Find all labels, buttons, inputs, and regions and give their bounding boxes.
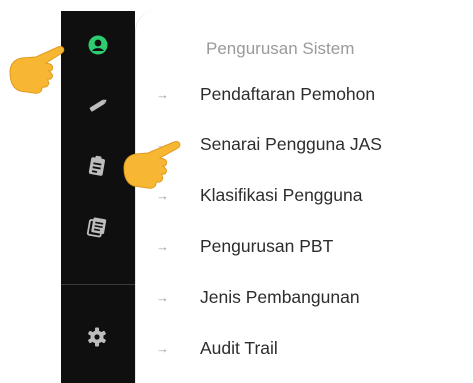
user-circle-icon[interactable] <box>86 33 110 57</box>
pointing-hand-icon <box>6 42 76 101</box>
menu-item-label: Pendaftaran Pemohon <box>200 83 376 104</box>
menu-item-label: Senarai Pengguna JAS <box>200 133 382 154</box>
menu-item-label: Pengurusan PBT <box>200 235 334 256</box>
sidebar-divider <box>61 284 135 285</box>
menu-item-jenis-pembangunan[interactable]: → Jenis Pembangunan <box>156 284 360 310</box>
menu-item-label: Audit Trail <box>200 337 278 358</box>
arrow-right-icon: → <box>156 340 169 356</box>
menu-item-senarai-pengguna-jas[interactable]: → Senarai Pengguna JAS <box>156 131 382 157</box>
clipboard-icon[interactable] <box>85 154 109 178</box>
gear-icon[interactable] <box>85 325 109 349</box>
menu-item-pendaftaran-pemohon[interactable]: → Pendaftaran Pemohon <box>156 81 375 107</box>
menu-item-label: Jenis Pembangunan <box>200 286 360 307</box>
arrow-right-icon: → <box>156 289 169 305</box>
menu-item-audit-trail[interactable]: → Audit Trail <box>156 335 278 361</box>
arrow-right-icon: → <box>156 238 169 254</box>
panel-title: Pengurusan Sistem <box>206 39 355 58</box>
pointing-hand-icon <box>118 134 188 199</box>
pencil-icon[interactable] <box>86 93 110 117</box>
menu-item-pengurusan-pbt[interactable]: → Pengurusan PBT <box>156 233 333 259</box>
arrow-right-icon: → <box>156 86 169 102</box>
documents-icon[interactable] <box>85 215 109 239</box>
menu-item-label: Klasifikasi Pengguna <box>200 184 363 205</box>
